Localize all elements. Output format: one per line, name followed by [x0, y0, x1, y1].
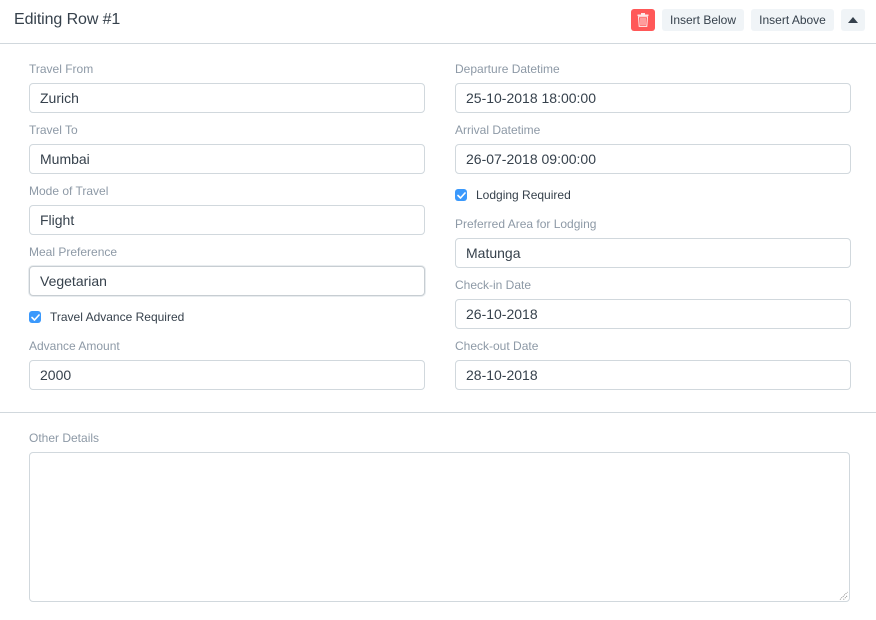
- trash-icon: [637, 13, 649, 27]
- travel-from-label: Travel From: [29, 62, 94, 76]
- advance-amount-input[interactable]: 2000: [29, 360, 425, 390]
- caret-up-icon: [848, 17, 858, 23]
- travel-advance-required-checkbox[interactable]: [29, 311, 41, 323]
- other-details-textarea[interactable]: [29, 452, 850, 602]
- checkmark-icon: [30, 313, 40, 321]
- meal-preference-label: Meal Preference: [29, 245, 118, 259]
- preferred-area-label: Preferred Area for Lodging: [455, 217, 597, 231]
- row-editor-header: Editing Row #1 Insert Below Insert Above: [0, 0, 876, 44]
- lodging-required-label: Lodging Required: [476, 188, 571, 202]
- arrival-datetime-input[interactable]: 26-07-2018 09:00:00: [455, 144, 851, 174]
- lodging-required-checkbox[interactable]: [455, 189, 467, 201]
- mode-of-travel-label: Mode of Travel: [29, 184, 109, 198]
- preferred-area-input[interactable]: Matunga: [455, 238, 851, 268]
- departure-datetime-input[interactable]: 25-10-2018 18:00:00: [455, 83, 851, 113]
- lodging-required-checkbox-row[interactable]: Lodging Required: [455, 188, 571, 202]
- section-divider: [0, 412, 876, 413]
- check-in-date-label: Check-in Date: [455, 278, 532, 292]
- mode-of-travel-select[interactable]: Flight: [29, 205, 425, 235]
- check-out-date-label: Check-out Date: [455, 339, 539, 353]
- travel-advance-required-checkbox-row[interactable]: Travel Advance Required: [29, 310, 184, 324]
- travel-to-label: Travel To: [29, 123, 78, 137]
- other-details-label: Other Details: [29, 431, 100, 445]
- arrival-datetime-label: Arrival Datetime: [455, 123, 541, 137]
- travel-to-input[interactable]: Mumbai: [29, 144, 425, 174]
- check-in-date-input[interactable]: 26-10-2018: [455, 299, 851, 329]
- travel-from-input[interactable]: Zurich: [29, 83, 425, 113]
- checkmark-icon: [456, 191, 466, 199]
- page-title: Editing Row #1: [14, 11, 121, 28]
- insert-below-button[interactable]: Insert Below: [662, 9, 744, 31]
- insert-above-button[interactable]: Insert Above: [751, 9, 834, 31]
- advance-amount-label: Advance Amount: [29, 339, 120, 353]
- delete-row-button[interactable]: [631, 9, 655, 31]
- departure-datetime-label: Departure Datetime: [455, 62, 560, 76]
- meal-preference-select[interactable]: Vegetarian: [29, 266, 425, 296]
- collapse-button[interactable]: [841, 9, 865, 31]
- travel-advance-required-label: Travel Advance Required: [50, 310, 185, 324]
- resize-grip-icon[interactable]: [839, 591, 848, 600]
- check-out-date-input[interactable]: 28-10-2018: [455, 360, 851, 390]
